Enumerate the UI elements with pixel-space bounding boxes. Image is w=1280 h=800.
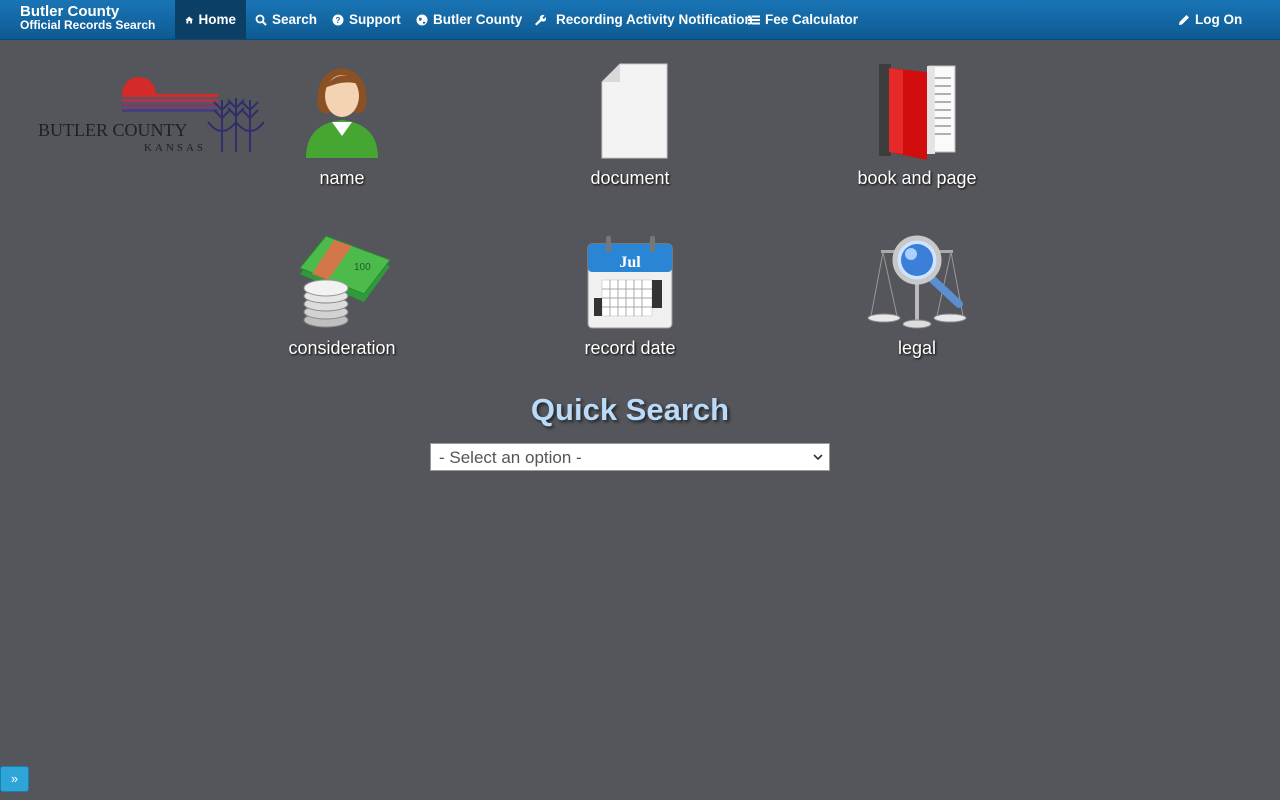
logo-text-main: BUTLER COUNTY — [38, 120, 188, 140]
nav-log-on[interactable]: Log On — [1178, 0, 1242, 39]
money-icon: 100 — [292, 232, 392, 332]
search-tile-book-and-page[interactable]: book and page — [817, 62, 1017, 189]
brand-title: Butler County — [20, 3, 120, 20]
tile-consideration-label: consideration — [288, 338, 396, 358]
search-tile-consideration[interactable]: 100 consideration — [242, 232, 442, 359]
search-tile-document[interactable]: document — [530, 62, 730, 189]
nav-recording-notification[interactable]: Recording Activity Notification — [534, 0, 753, 39]
wrench-icon — [535, 14, 546, 25]
nav-recording-notification-label: Recording Activity Notification — [556, 12, 753, 27]
home-icon — [185, 15, 194, 24]
svg-text:100: 100 — [354, 262, 371, 273]
logo-text-sub: KANSAS — [144, 142, 206, 154]
scales-magnifier-icon — [867, 232, 967, 332]
nav-search-label: Search — [272, 12, 318, 27]
nav-butler-county[interactable]: Butler County — [416, 0, 522, 39]
book-icon — [867, 62, 967, 162]
tile-name-label: name — [319, 168, 365, 188]
tile-record-date-label: record date — [584, 338, 676, 358]
sidebar-expand-button[interactable]: » — [0, 766, 29, 792]
nav-search[interactable]: Search — [255, 0, 317, 39]
quick-search-select-value: - Select an option - — [439, 448, 582, 467]
chevron-down-icon — [813, 454, 823, 461]
globe-icon — [416, 14, 428, 25]
top-navbar: Butler County Official Records Search Ho… — [0, 0, 1280, 40]
nav-fee-calculator-label: Fee Calculator — [765, 12, 859, 27]
tile-legal-label: legal — [897, 338, 937, 358]
nav-support-label: Support — [349, 12, 401, 27]
tile-book-and-page-label: book and page — [857, 168, 977, 188]
calendar-icon: Jul — [580, 232, 680, 332]
pencil-icon — [1179, 14, 1189, 25]
search-tile-record-date[interactable]: Jul record date — [530, 232, 730, 359]
document-icon — [580, 62, 680, 162]
brand-subtitle: Official Records Search — [20, 18, 156, 32]
nav-butler-county-label: Butler County — [433, 12, 523, 27]
nav-fee-calculator[interactable]: Fee Calculator — [748, 0, 858, 39]
nav-home-label: Home — [198, 12, 236, 27]
person-icon — [292, 62, 392, 162]
tile-document-label: document — [590, 168, 670, 188]
svg-text:?: ? — [336, 16, 341, 25]
search-tile-legal[interactable]: legal — [817, 232, 1017, 359]
search-icon — [255, 14, 267, 26]
brand[interactable]: Butler County Official Records Search — [20, 3, 156, 32]
calendar-month-text: Jul — [619, 254, 641, 271]
question-icon: ? — [332, 14, 344, 25]
quick-search-select[interactable]: - Select an option - — [430, 443, 830, 471]
quick-search-title: Quick Search — [530, 392, 730, 427]
search-tile-name[interactable]: name — [242, 62, 442, 189]
nav-support[interactable]: ? Support — [332, 0, 401, 39]
list-icon — [748, 15, 760, 24]
nav-home[interactable]: Home — [175, 0, 246, 39]
nav-log-on-label: Log On — [1195, 12, 1243, 27]
butler-county-logo: BUTLER COUNTY KANSAS — [36, 70, 265, 158]
